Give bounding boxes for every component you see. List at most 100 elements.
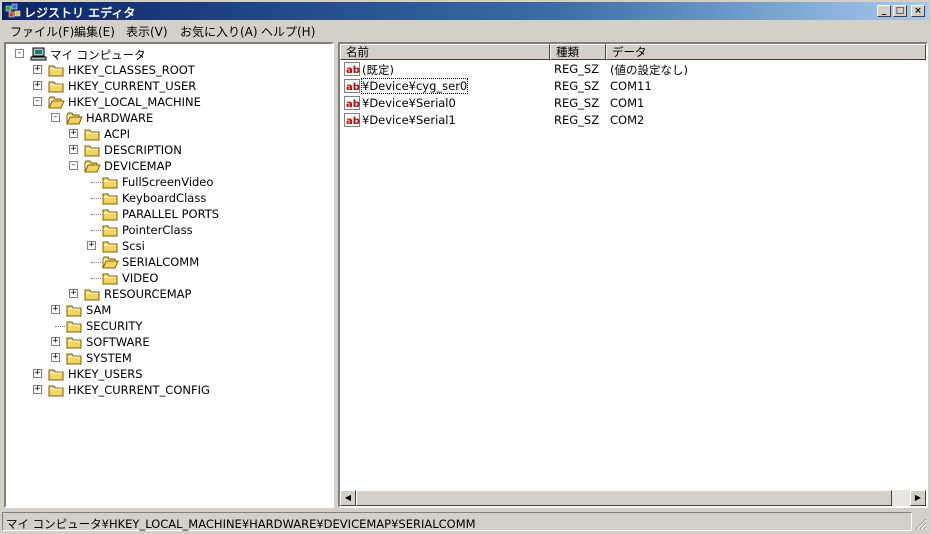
value-row[interactable]: ab ¥Device¥Serial0 REG_SZ COM1 bbox=[340, 95, 926, 111]
value-type: REG_SZ bbox=[554, 79, 600, 93]
value-name: (既定) bbox=[362, 63, 394, 77]
scroll-right-button[interactable]: ▶ bbox=[910, 490, 926, 506]
title-bar[interactable]: レジストリ エディタ _ □ × bbox=[2, 2, 929, 20]
value-type: REG_SZ bbox=[554, 62, 600, 76]
tree-node-label: SOFTWARE bbox=[86, 335, 150, 349]
folder-icon bbox=[102, 177, 118, 189]
folder-icon bbox=[84, 129, 100, 141]
value-type: REG_SZ bbox=[554, 113, 600, 127]
column-header-data[interactable]: データ bbox=[606, 44, 926, 60]
expand-icon[interactable]: + bbox=[33, 65, 42, 74]
svg-text:ab: ab bbox=[346, 116, 360, 127]
value-type: REG_SZ bbox=[554, 96, 600, 110]
tree-connector bbox=[91, 230, 101, 231]
tree-node-label: SECURITY bbox=[86, 319, 143, 333]
computer-icon bbox=[30, 47, 47, 61]
tree-node-label: ACPI bbox=[104, 127, 131, 141]
menu-edit[interactable]: 編集(E) bbox=[74, 23, 115, 40]
scroll-left-button[interactable]: ◀ bbox=[340, 490, 356, 506]
folder-icon bbox=[102, 241, 118, 253]
folder-icon bbox=[102, 209, 118, 221]
folder-icon bbox=[48, 385, 64, 397]
folder-icon bbox=[66, 321, 82, 333]
value-data: COM1 bbox=[610, 96, 645, 110]
window-title: レジストリ エディタ bbox=[24, 6, 136, 20]
expand-icon[interactable]: + bbox=[51, 305, 60, 314]
tree-node-label: Scsi bbox=[122, 239, 145, 253]
tree-connector bbox=[91, 214, 101, 215]
value-data: (値の設定なし) bbox=[610, 63, 688, 77]
tree-connector bbox=[91, 182, 101, 183]
tree-node-label: DEVICEMAP bbox=[104, 159, 172, 173]
folder-icon bbox=[66, 305, 82, 317]
tree-node-label: PointerClass bbox=[122, 223, 193, 237]
tree-node-label: DESCRIPTION bbox=[104, 143, 182, 157]
tree-node-label: HKEY_CURRENT_USER bbox=[68, 79, 197, 93]
close-button[interactable]: × bbox=[911, 5, 925, 17]
resize-grip-icon[interactable] bbox=[915, 518, 927, 530]
tree-node-label: VIDEO bbox=[122, 271, 159, 285]
folder-icon bbox=[84, 145, 100, 157]
expand-icon[interactable]: + bbox=[69, 129, 78, 138]
tree-connector bbox=[91, 198, 101, 199]
collapse-icon[interactable]: - bbox=[33, 97, 42, 106]
collapse-icon[interactable]: - bbox=[51, 113, 60, 122]
value-name: ¥Device¥cyg_ser0 bbox=[360, 78, 469, 94]
open-folder-icon bbox=[48, 96, 65, 109]
expand-icon[interactable]: + bbox=[33, 385, 42, 394]
maximize-button[interactable]: □ bbox=[893, 5, 907, 17]
string-value-icon: ab bbox=[344, 62, 360, 76]
collapse-icon[interactable]: - bbox=[69, 161, 78, 170]
value-name: ¥Device¥Serial1 bbox=[362, 113, 456, 127]
registry-editor-icon bbox=[5, 3, 21, 18]
expand-icon[interactable]: + bbox=[51, 337, 60, 346]
value-data: COM2 bbox=[610, 113, 645, 127]
folder-icon bbox=[66, 337, 82, 349]
folder-icon bbox=[66, 353, 82, 365]
string-value-icon: ab bbox=[344, 96, 360, 110]
string-value-icon: ab bbox=[344, 113, 360, 127]
tree-node-label: KeyboardClass bbox=[122, 191, 207, 205]
value-row[interactable]: ab ¥Device¥Serial1 REG_SZ COM2 bbox=[340, 112, 926, 128]
value-list[interactable]: 名前 種類 データ ab (既定) REG_SZ (値の設定なし) ab ¥Device¥… bbox=[338, 42, 928, 508]
folder-icon bbox=[84, 289, 100, 301]
status-path: マイ コンピュータ¥HKEY_LOCAL_MACHINE¥HARDWARE¥DE… bbox=[2, 512, 912, 531]
folder-icon bbox=[48, 369, 64, 381]
menu-favorites[interactable]: お気に入り(A) bbox=[180, 23, 258, 40]
tree-node-label: PARALLEL PORTS bbox=[122, 207, 220, 221]
expand-icon[interactable]: + bbox=[33, 81, 42, 90]
tree-node-label: FullScreenVideo bbox=[122, 175, 214, 189]
open-folder-icon bbox=[102, 256, 119, 269]
expand-icon[interactable]: + bbox=[51, 353, 60, 362]
folder-icon bbox=[102, 273, 118, 285]
svg-text:ab: ab bbox=[346, 99, 360, 110]
menu-file[interactable]: ファイル(F) bbox=[10, 23, 74, 40]
registry-tree[interactable]: - マイ コンピュータ + HKEY_CLASSES_ROOT + HKEY_CURR… bbox=[4, 42, 334, 508]
value-data: COM11 bbox=[610, 79, 652, 93]
collapse-icon[interactable]: - bbox=[15, 49, 24, 58]
menu-view[interactable]: 表示(V) bbox=[126, 23, 168, 40]
expand-icon[interactable]: + bbox=[69, 289, 78, 298]
value-row[interactable]: ab ¥Device¥cyg_ser0 REG_SZ COM11 bbox=[340, 78, 926, 94]
svg-text:ab: ab bbox=[346, 82, 360, 93]
column-header-name[interactable]: 名前 bbox=[340, 44, 550, 60]
column-header-type[interactable]: 種類 bbox=[550, 44, 606, 60]
expand-icon[interactable]: + bbox=[33, 369, 42, 378]
status-bar: マイ コンピュータ¥HKEY_LOCAL_MACHINE¥HARDWARE¥DE… bbox=[2, 512, 929, 532]
menu-bar: ファイル(F) 編集(E) 表示(V) お気に入り(A) ヘルプ(H) bbox=[2, 21, 929, 40]
value-name: ¥Device¥Serial0 bbox=[362, 96, 456, 110]
open-folder-icon bbox=[84, 160, 101, 173]
minimize-button[interactable]: _ bbox=[877, 5, 891, 17]
expand-icon[interactable]: + bbox=[87, 241, 96, 250]
scroll-thumb[interactable] bbox=[356, 490, 892, 506]
svg-text:ab: ab bbox=[346, 65, 360, 76]
tree-connector bbox=[91, 262, 101, 263]
menu-help[interactable]: ヘルプ(H) bbox=[261, 23, 315, 40]
string-value-icon: ab bbox=[344, 79, 360, 93]
tree-connector bbox=[91, 278, 101, 279]
horizontal-scrollbar[interactable]: ◀ ▶ bbox=[340, 490, 926, 506]
tree-node-label: SERIALCOMM bbox=[122, 255, 200, 269]
value-row[interactable]: ab (既定) REG_SZ (値の設定なし) bbox=[340, 61, 926, 77]
open-folder-icon bbox=[66, 112, 83, 125]
expand-icon[interactable]: + bbox=[69, 145, 78, 154]
